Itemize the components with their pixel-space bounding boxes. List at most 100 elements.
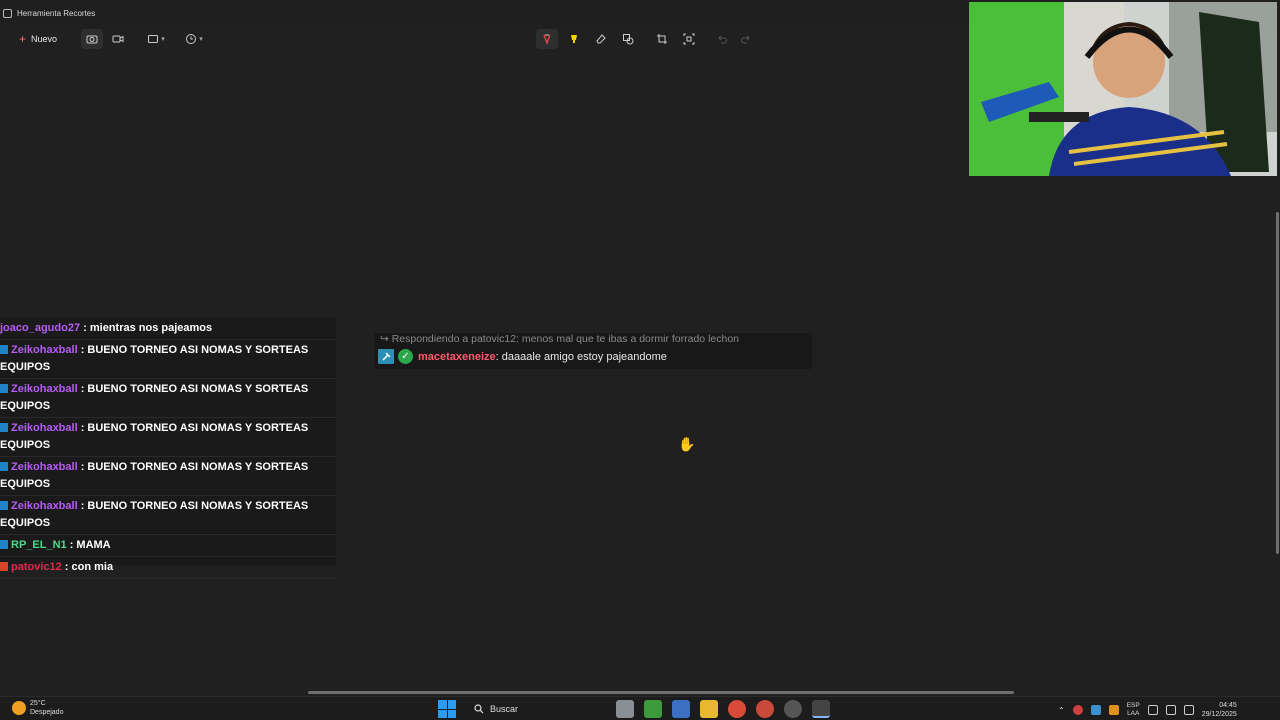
file-explorer-icon[interactable]	[700, 700, 718, 718]
pen-icon	[543, 34, 551, 45]
taskbar-apps: Buscar	[438, 699, 830, 719]
new-button-label: Nuevo	[31, 34, 58, 44]
chat-username[interactable]: RP_EL_N1	[11, 539, 67, 551]
chat-username[interactable]: Zeikohaxball	[11, 461, 78, 473]
taskbar-search[interactable]: Buscar	[466, 700, 606, 718]
chat-username[interactable]: Zeikohaxball	[11, 500, 78, 512]
screenshot-mode-button[interactable]	[81, 29, 103, 49]
chat-message: Zeikohaxball : BUENO TORNEO ASI NOMAS Y …	[0, 496, 336, 535]
chat-message: Zeikohaxball : BUENO TORNEO ASI NOMAS Y …	[0, 340, 336, 379]
chat-text-continued: EQUIPOS	[0, 400, 51, 412]
chat-panel: joaco_agudo27 : mientras nos pajeamos Zei…	[0, 318, 336, 579]
verified-badge-icon: ✓	[398, 349, 413, 364]
chat-text: : BUENO TORNEO ASI NOMAS Y SORTEAS	[77, 461, 309, 473]
highlighter-icon	[571, 35, 577, 43]
chat-message: Zeikohaxball : BUENO TORNEO ASI NOMAS Y …	[0, 457, 336, 496]
search-icon	[474, 704, 484, 714]
weather-temp: 25°C	[30, 700, 46, 707]
text-actions-icon	[683, 33, 695, 45]
video-mode-button[interactable]	[107, 29, 129, 49]
tray-app-icon[interactable]	[1072, 705, 1083, 715]
microphone-icon[interactable]	[1108, 705, 1119, 715]
chat-badge-icon	[0, 501, 8, 510]
crop-button[interactable]	[651, 29, 673, 49]
redo-button[interactable]	[735, 29, 757, 49]
chrome-icon[interactable]	[728, 700, 746, 718]
redo-icon	[741, 35, 750, 44]
search-label: Buscar	[490, 704, 519, 714]
chat-username[interactable]: patovic12	[11, 561, 62, 573]
battery-icon[interactable]	[1183, 705, 1194, 715]
chat-badge-icon	[0, 462, 8, 471]
highlighted-reply: ↪ Respondiendo a patovic12: menos mal qu…	[374, 333, 812, 369]
webcam-overlay	[969, 2, 1277, 176]
chevron-up-icon[interactable]: ⌃	[1058, 706, 1065, 715]
eraser-button[interactable]	[590, 29, 612, 49]
chat-message: Zeikohaxball : BUENO TORNEO ASI NOMAS Y …	[0, 379, 336, 418]
webcam-image	[969, 2, 1277, 176]
chat-message: RP_EL_N1 : MAMA	[0, 535, 336, 557]
window-title: Herramienta Recortes	[17, 8, 96, 18]
opera-icon[interactable]	[784, 700, 802, 718]
video-icon	[112, 35, 124, 43]
vertical-scrollbar[interactable]	[1276, 212, 1279, 554]
chat-badge-icon	[0, 345, 8, 354]
weather-desc: Despejado	[30, 709, 64, 716]
chat-badge-icon	[0, 562, 8, 571]
volume-icon[interactable]	[1165, 705, 1176, 715]
new-button[interactable]: + Nuevo	[12, 28, 64, 50]
text-actions-button[interactable]	[678, 29, 700, 49]
chat-badge-icon	[0, 540, 8, 549]
shapes-button[interactable]	[617, 29, 639, 49]
network-icon[interactable]	[1147, 705, 1158, 715]
eraser-icon	[596, 34, 606, 44]
plus-icon: +	[19, 32, 27, 46]
game-launcher-icon[interactable]	[644, 700, 662, 718]
chat-message: Zeikohaxball : BUENO TORNEO ASI NOMAS Y …	[0, 418, 336, 457]
hand-cursor-icon: ✋	[678, 436, 696, 452]
weather-sun-icon	[12, 701, 26, 715]
shapes-icon	[623, 34, 634, 45]
chevron-down-icon: ▾	[199, 36, 203, 43]
reply-arrow-icon: ↪	[380, 333, 392, 345]
chat-text: : MAMA	[66, 539, 111, 551]
system-tray: ⌃ ESP LAA 04:45 29/12/2025	[1058, 701, 1237, 719]
reply-reference-text: Respondiendo a patovic12: menos mal que …	[391, 333, 740, 345]
horizontal-scrollbar[interactable]	[308, 691, 1014, 694]
reply-username: macetaxeneize	[418, 350, 496, 363]
pen-button[interactable]	[536, 29, 558, 49]
chrome-profile-icon[interactable]	[756, 700, 774, 718]
task-view-icon[interactable]	[616, 700, 634, 718]
clock-icon	[186, 34, 197, 44]
snip-shape-dropdown[interactable]: ▾	[142, 29, 170, 49]
snipping-tool-window: Herramienta Recortes + Nuevo ▾ ▾ joaco_a…	[0, 0, 1280, 720]
toolbar: + Nuevo ▾ ▾	[0, 26, 968, 53]
onedrive-icon[interactable]	[1090, 705, 1101, 715]
chat-text: : mientras nos pajeamos	[80, 322, 213, 334]
windows-start-icon[interactable]	[438, 700, 456, 718]
language-indicator[interactable]: ESP LAA	[1127, 702, 1140, 718]
weather-widget[interactable]: 25°C Despejado	[12, 699, 63, 717]
hammer-badge-icon	[378, 349, 394, 364]
camera-icon	[86, 35, 98, 44]
chat-username[interactable]: joaco_agudo27	[0, 322, 80, 334]
chat-username[interactable]: Zeikohaxball	[11, 383, 78, 395]
chat-text-continued: EQUIPOS	[0, 361, 51, 373]
clock[interactable]: 04:45 29/12/2025	[1202, 701, 1237, 719]
chat-text: : con mia	[61, 561, 114, 573]
highlighter-button[interactable]	[563, 29, 585, 49]
chat-badge-icon	[0, 384, 8, 393]
undo-icon	[718, 35, 727, 44]
app-icon	[3, 8, 12, 18]
chat-text: : BUENO TORNEO ASI NOMAS Y SORTEAS	[77, 344, 309, 356]
reply-reference: ↪ Respondiendo a patovic12: menos mal qu…	[380, 333, 739, 345]
crop-icon	[657, 34, 667, 44]
chat-username[interactable]: Zeikohaxball	[11, 422, 78, 434]
chat-badge-icon	[0, 423, 8, 432]
chevron-down-icon: ▾	[161, 36, 165, 43]
calculator-icon[interactable]	[672, 700, 690, 718]
delay-dropdown[interactable]: ▾	[180, 29, 208, 49]
snipping-tool-icon[interactable]	[812, 700, 830, 718]
chat-username[interactable]: Zeikohaxball	[11, 344, 78, 356]
undo-button[interactable]	[711, 29, 733, 49]
